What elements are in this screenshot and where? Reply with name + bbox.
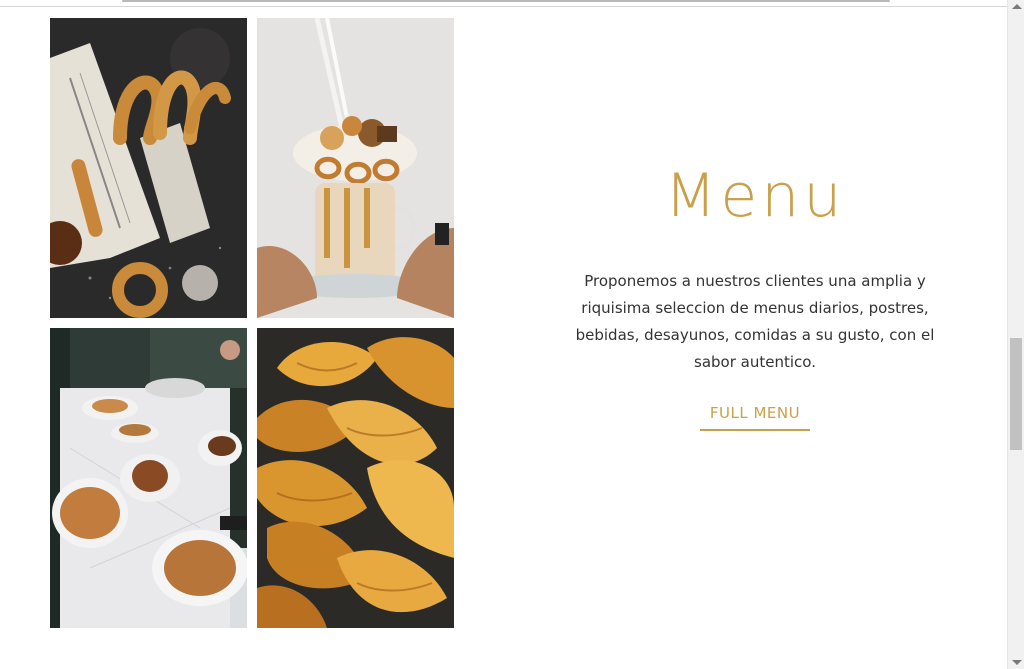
menu-description: Proponemos a nuestros clientes una ampli… [575, 272, 935, 371]
scroll-down-arrow-icon[interactable] [1012, 660, 1022, 665]
full-menu-button[interactable]: FULL MENU [699, 398, 811, 431]
scrollbar-thumb[interactable] [1010, 338, 1022, 450]
browser-top-strip [0, 0, 1007, 7]
churros-photo [50, 18, 247, 318]
menu-section: Menu Proponemos a nuestros clientes una … [560, 150, 950, 431]
pastry-table-photo [50, 328, 247, 628]
page-scrollbar[interactable] [1007, 0, 1024, 669]
scroll-up-arrow-icon[interactable] [1012, 4, 1022, 9]
menu-title: Menu [664, 161, 846, 231]
milkshake-photo [257, 18, 454, 318]
croissants-photo [257, 328, 454, 628]
top-divider [122, 0, 890, 2]
